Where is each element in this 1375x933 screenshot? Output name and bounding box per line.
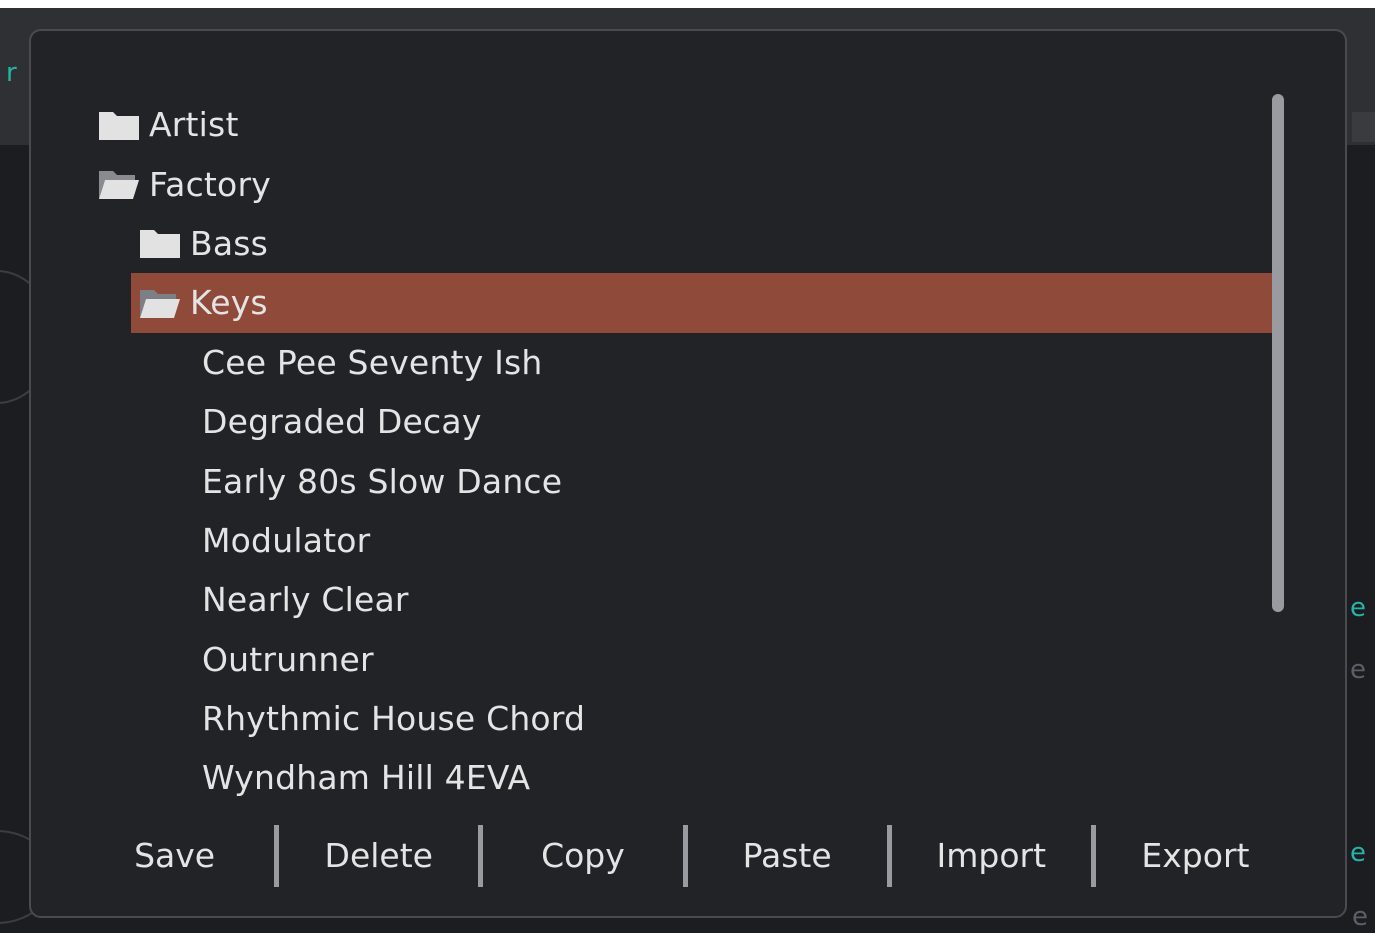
preset-item[interactable]: Cee Pee Seventy Ish bbox=[31, 333, 1281, 392]
background-text-fragment: e bbox=[1350, 838, 1366, 868]
preset-item[interactable]: Wyndham Hill 4EVA bbox=[31, 748, 1281, 807]
background-text-fragment: e bbox=[1350, 655, 1366, 685]
background-text-fragment: r bbox=[6, 58, 17, 88]
copy-button[interactable]: Copy bbox=[483, 821, 682, 891]
background-panel-edge bbox=[1352, 112, 1375, 142]
paste-button[interactable]: Paste bbox=[688, 821, 887, 891]
preset-browser-dialog: Artist Factory Bass Keys Cee Pee Seventy… bbox=[29, 29, 1347, 918]
preset-item[interactable]: Outrunner bbox=[31, 630, 1281, 689]
tree-item-label: Keys bbox=[190, 283, 268, 323]
background-text-fragment: e bbox=[1350, 593, 1366, 623]
preset-label: Wyndham Hill 4EVA bbox=[202, 758, 531, 798]
preset-label: Outrunner bbox=[202, 639, 374, 679]
folder-icon bbox=[99, 111, 139, 140]
tree-item-label: Artist bbox=[149, 105, 239, 145]
preset-item[interactable]: Degraded Decay bbox=[31, 392, 1281, 451]
delete-button[interactable]: Delete bbox=[279, 821, 478, 891]
scrollbar-thumb[interactable] bbox=[1272, 94, 1284, 612]
preset-item[interactable]: Nearly Clear bbox=[31, 570, 1281, 629]
tree-folder-bass[interactable]: Bass bbox=[31, 214, 1281, 273]
preset-label: Cee Pee Seventy Ish bbox=[202, 342, 543, 382]
tree-folder-keys[interactable]: Keys bbox=[131, 273, 1278, 333]
save-button[interactable]: Save bbox=[75, 821, 274, 891]
background-text-fragment: e bbox=[1352, 902, 1368, 932]
tree-folder-factory[interactable]: Factory bbox=[31, 154, 1281, 213]
folder-icon bbox=[140, 230, 180, 259]
preset-toolbar: Save Delete Copy Paste Import Export bbox=[75, 821, 1295, 891]
preset-label: Rhythmic House Chord bbox=[202, 699, 586, 739]
app-background: r e e e e Artist Factory Bass Keys Cee P… bbox=[0, 0, 1375, 933]
import-button[interactable]: Import bbox=[892, 821, 1091, 891]
tree-item-label: Factory bbox=[149, 164, 271, 204]
preset-tree: Artist Factory Bass Keys Cee Pee Seventy… bbox=[31, 95, 1281, 808]
tree-item-label: Bass bbox=[190, 223, 269, 263]
preset-label: Early 80s Slow Dance bbox=[202, 461, 563, 501]
preset-label: Nearly Clear bbox=[202, 580, 409, 620]
export-button[interactable]: Export bbox=[1096, 821, 1295, 891]
folder-open-icon bbox=[140, 289, 180, 318]
preset-item[interactable]: Modulator bbox=[31, 511, 1281, 570]
preset-item[interactable]: Early 80s Slow Dance bbox=[31, 451, 1281, 510]
background-top-strip bbox=[0, 0, 1375, 8]
preset-item[interactable]: Rhythmic House Chord bbox=[31, 689, 1281, 748]
preset-label: Degraded Decay bbox=[202, 402, 482, 442]
preset-label: Modulator bbox=[202, 520, 371, 560]
folder-open-icon bbox=[99, 171, 139, 200]
tree-folder-artist[interactable]: Artist bbox=[31, 95, 1281, 154]
